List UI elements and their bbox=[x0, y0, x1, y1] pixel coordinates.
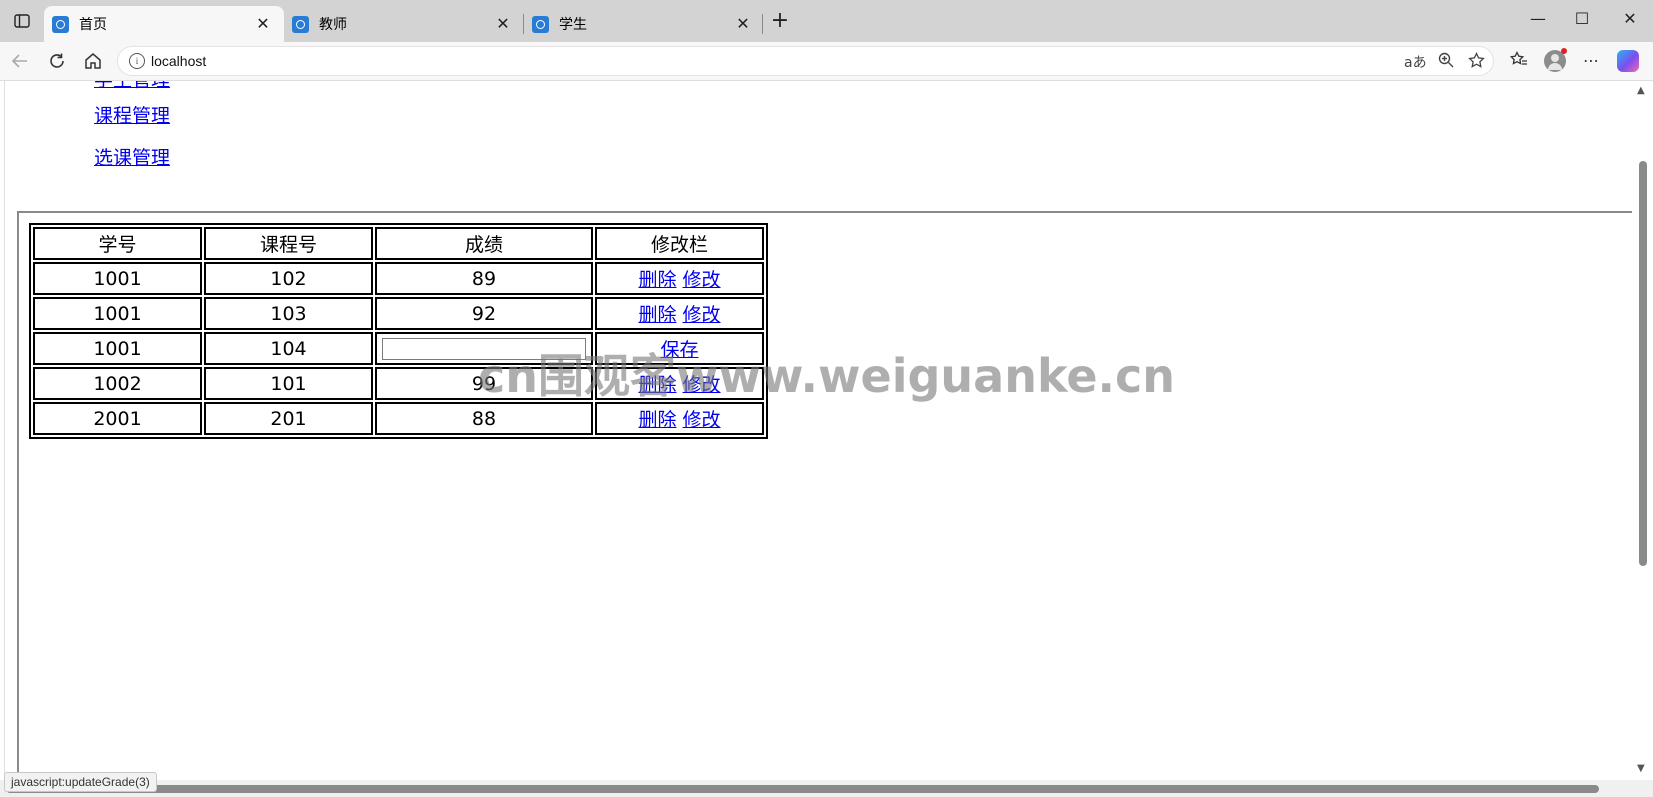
new-tab-plus-icon[interactable]: + bbox=[768, 8, 792, 33]
cell-student-id: 1001 bbox=[33, 262, 202, 295]
table-row: 1002 101 99 删除 修改 bbox=[33, 367, 764, 400]
delete-link[interactable]: 删除 bbox=[638, 269, 676, 291]
horizontal-scroll-thumb[interactable] bbox=[6, 785, 1599, 793]
toolbar: i localhost aあ ⋯ bbox=[0, 42, 1653, 81]
grade-table: 学号 课程号 成绩 修改栏 1001 102 89 删除 修改 1001 103… bbox=[29, 223, 768, 439]
favorite-star-icon[interactable] bbox=[1468, 51, 1485, 73]
cell-grade: 88 bbox=[375, 402, 593, 435]
tab-separator bbox=[762, 14, 763, 34]
link-status-bar: javascript:updateGrade(3) bbox=[4, 772, 157, 792]
save-link[interactable]: 保存 bbox=[660, 339, 698, 361]
horizontal-scrollbar[interactable] bbox=[0, 780, 1653, 797]
tab-title: 学生 bbox=[559, 16, 587, 32]
vertical-scrollbar[interactable]: ▲ ▼ bbox=[1632, 81, 1653, 780]
favorites-icon[interactable] bbox=[1508, 51, 1530, 71]
site-favicon-icon bbox=[292, 15, 309, 33]
tab-strip: 首页 ✕ 教师 ✕ 学生 ✕ + — ☐ ✕ bbox=[0, 0, 1653, 42]
cell-actions: 删除 修改 bbox=[595, 297, 764, 330]
edit-link[interactable]: 修改 bbox=[683, 269, 721, 291]
table-row-editing: 1001 104 保存 bbox=[33, 332, 764, 365]
close-tab-icon[interactable]: ✕ bbox=[254, 14, 272, 34]
tab-home[interactable]: 首页 ✕ bbox=[44, 6, 284, 42]
header-actions: 修改栏 bbox=[595, 227, 764, 260]
cell-grade: 92 bbox=[375, 297, 593, 330]
vertical-scroll-thumb[interactable] bbox=[1639, 161, 1647, 566]
cell-grade: 89 bbox=[375, 262, 593, 295]
scroll-down-icon[interactable]: ▼ bbox=[1637, 763, 1645, 774]
header-student-id: 学号 bbox=[33, 227, 202, 260]
more-menu-icon[interactable]: ⋯ bbox=[1580, 51, 1602, 70]
cell-actions: 删除 修改 bbox=[595, 402, 764, 435]
edit-link[interactable]: 修改 bbox=[683, 304, 721, 326]
page-viewport: 学生管理 课程管理 选课管理 学号 课程号 成绩 修改栏 1001 102 89… bbox=[4, 81, 1633, 780]
refresh-icon[interactable] bbox=[45, 49, 69, 73]
cell-student-id: 1001 bbox=[33, 297, 202, 330]
scroll-up-icon[interactable]: ▲ bbox=[1637, 85, 1645, 96]
cell-student-id: 2001 bbox=[33, 402, 202, 435]
site-info-icon[interactable]: i bbox=[129, 53, 145, 69]
copilot-icon[interactable] bbox=[1617, 50, 1639, 72]
back-arrow-icon[interactable] bbox=[8, 49, 32, 73]
maximize-icon[interactable]: ☐ bbox=[1570, 9, 1594, 28]
tab-actions-icon[interactable] bbox=[10, 11, 34, 31]
header-course-id: 课程号 bbox=[204, 227, 373, 260]
cell-course-id: 103 bbox=[204, 297, 373, 330]
close-tab-icon[interactable]: ✕ bbox=[494, 14, 512, 34]
edit-link[interactable]: 修改 bbox=[683, 374, 721, 396]
table-row: 1001 102 89 删除 修改 bbox=[33, 262, 764, 295]
edit-link[interactable]: 修改 bbox=[683, 409, 721, 431]
close-window-icon[interactable]: ✕ bbox=[1618, 9, 1642, 28]
url-text[interactable]: localhost bbox=[151, 53, 206, 69]
cell-course-id: 101 bbox=[204, 367, 373, 400]
cell-actions: 删除 修改 bbox=[595, 367, 764, 400]
nav-link-course-management[interactable]: 课程管理 bbox=[94, 101, 170, 128]
cell-student-id: 1001 bbox=[33, 332, 202, 365]
address-bar[interactable]: i localhost aあ bbox=[117, 46, 1494, 76]
minimize-icon[interactable]: — bbox=[1526, 9, 1550, 28]
home-icon[interactable] bbox=[81, 49, 105, 73]
table-row: 1001 103 92 删除 修改 bbox=[33, 297, 764, 330]
header-grade: 成绩 bbox=[375, 227, 593, 260]
content-iframe: 学号 课程号 成绩 修改栏 1001 102 89 删除 修改 1001 103… bbox=[17, 211, 1633, 780]
cell-course-id: 201 bbox=[204, 402, 373, 435]
tab-title: 教师 bbox=[319, 16, 347, 32]
cell-course-id: 104 bbox=[204, 332, 373, 365]
tab-teacher[interactable]: 教师 ✕ bbox=[284, 6, 524, 42]
site-favicon-icon bbox=[532, 15, 549, 33]
nav-link-enrollment-management[interactable]: 选课管理 bbox=[94, 143, 170, 170]
close-tab-icon[interactable]: ✕ bbox=[734, 14, 752, 34]
tab-student[interactable]: 学生 ✕ bbox=[524, 6, 764, 42]
table-row: 2001 201 88 删除 修改 bbox=[33, 402, 764, 435]
cell-actions: 保存 bbox=[595, 332, 764, 365]
cell-grade bbox=[375, 332, 593, 365]
table-header-row: 学号 课程号 成绩 修改栏 bbox=[33, 227, 764, 260]
cell-student-id: 1002 bbox=[33, 367, 202, 400]
grade-input[interactable] bbox=[382, 338, 586, 361]
zoom-icon[interactable] bbox=[1438, 52, 1454, 72]
delete-link[interactable]: 删除 bbox=[638, 304, 676, 326]
site-favicon-icon bbox=[52, 15, 69, 33]
nav-link-partial[interactable]: 学生管理 bbox=[94, 81, 170, 92]
delete-link[interactable]: 删除 bbox=[638, 409, 676, 431]
read-aloud-icon[interactable]: aあ bbox=[1404, 52, 1427, 72]
notification-dot bbox=[1561, 48, 1567, 54]
delete-link[interactable]: 删除 bbox=[638, 374, 676, 396]
tab-title: 首页 bbox=[79, 16, 107, 32]
cell-course-id: 102 bbox=[204, 262, 373, 295]
cell-grade: 99 bbox=[375, 367, 593, 400]
cell-actions: 删除 修改 bbox=[595, 262, 764, 295]
